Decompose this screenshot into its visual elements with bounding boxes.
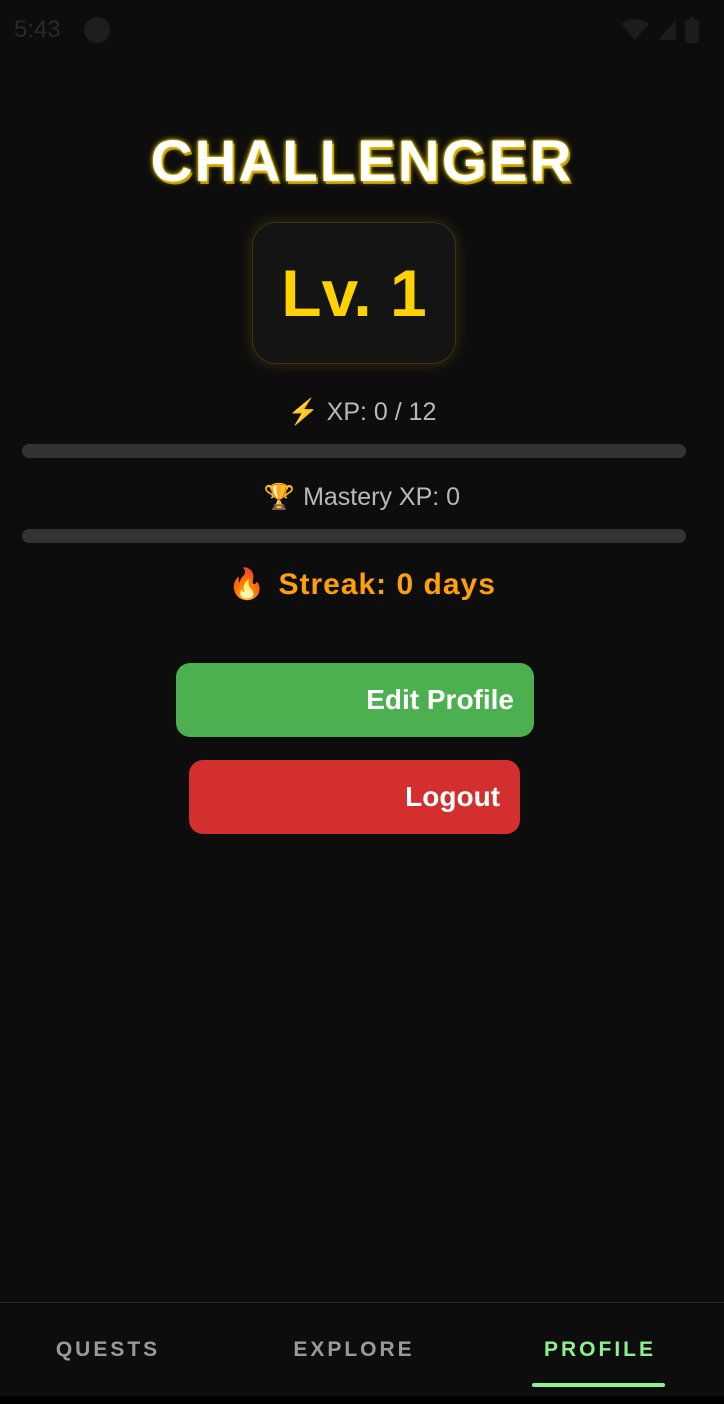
xp-label: ⚡ XP: 0 / 12 <box>0 398 724 427</box>
mastery-xp-label: 🏆 Mastery XP: 0 <box>0 483 724 512</box>
rank-title: CHALLENGER <box>150 129 574 194</box>
app-notification-icon <box>84 17 110 43</box>
xp-progress-bar <box>22 444 686 458</box>
status-bar: 5:43 <box>0 0 724 60</box>
edit-profile-button[interactable]: Edit Profile <box>176 663 534 737</box>
mastery-progress-bar <box>22 529 686 543</box>
tab-explore[interactable]: EXPLORE <box>246 1303 462 1397</box>
xp-text: XP: 0 / 12 <box>326 398 437 426</box>
battery-icon <box>685 17 699 43</box>
streak-counter: 🔥 Streak: 0 days <box>0 567 724 602</box>
wifi-icon <box>621 19 649 40</box>
lightning-icon: ⚡ <box>287 398 319 426</box>
fire-icon: 🔥 <box>228 568 267 601</box>
logout-button[interactable]: Logout <box>189 760 520 834</box>
tab-quests[interactable]: QUESTS <box>0 1303 216 1397</box>
active-tab-indicator <box>532 1383 665 1387</box>
status-time: 5:43 <box>14 16 61 43</box>
streak-text: Streak: 0 days <box>278 567 496 601</box>
level-badge: Lv. 1 <box>252 222 456 364</box>
system-navigation-bar <box>0 1396 724 1404</box>
bottom-navigation: QUESTS EXPLORE PROFILE <box>0 1302 724 1397</box>
signal-icon <box>658 20 676 40</box>
mastery-xp-text: Mastery XP: 0 <box>303 483 461 511</box>
status-icons <box>620 16 700 44</box>
level-text: Lv. 1 <box>281 256 427 330</box>
trophy-icon: 🏆 <box>263 483 296 511</box>
